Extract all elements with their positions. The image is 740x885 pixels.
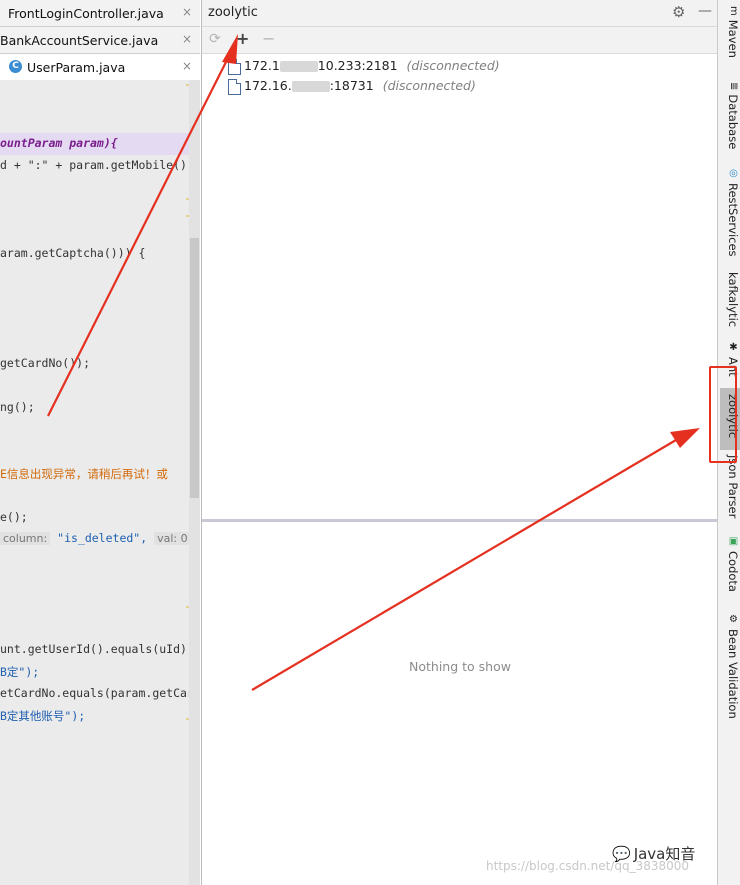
code-line: ountParam param){ [0, 136, 118, 150]
editor-scroll-thumb[interactable] [190, 238, 199, 498]
code-line: B定"); [0, 665, 40, 679]
connection-status: (disconnected) [406, 58, 500, 73]
detail-panel: Nothing to show [202, 522, 718, 885]
refresh-icon[interactable]: ⟳ [209, 31, 221, 47]
redacted-mask [291, 81, 330, 92]
tab-bank-account-service[interactable]: BankAccountService.java × [0, 27, 200, 54]
ant-icon: ✱ [728, 342, 739, 353]
highlight-box [709, 366, 737, 463]
strip-item-maven[interactable]: mMaven [720, 6, 740, 58]
strip-item-bean-validation[interactable]: ⚙Bean Validation [720, 614, 740, 719]
strip-item-json-parser[interactable]: Json Parser [720, 455, 740, 518]
code-line: E信息出现异常，请稍后再试！或 [0, 467, 168, 481]
code-line: e(); [0, 510, 28, 524]
remove-connection-button[interactable]: − [262, 29, 275, 48]
document-icon [228, 59, 241, 75]
database-icon: ≣ [728, 82, 739, 91]
brand-text: Java知音 [633, 845, 696, 863]
close-icon[interactable]: × [182, 59, 192, 73]
class-icon: C [9, 60, 22, 73]
param-hint: val: 0 [154, 532, 191, 545]
brand-watermark: 💬 Java知音 [612, 843, 695, 864]
code-line-hint: column: "is_deleted", val: 0 [0, 531, 191, 545]
connection-label: 172.1 10.233:2181 (disconnected) [244, 58, 500, 73]
connection-label: 172.16.:18731 (disconnected) [244, 78, 476, 93]
code-line: d + ":" + param.getMobile()); [0, 158, 200, 172]
minimize-icon[interactable]: — [698, 3, 712, 19]
code-editor[interactable]: FrontLoginController.java × BankAccountS… [0, 0, 200, 885]
empty-state-text: Nothing to show [409, 659, 511, 674]
add-connection-button[interactable]: + [236, 29, 249, 48]
tab-label: FrontLoginController.java [8, 6, 164, 21]
gear-icon[interactable]: ⚙ [672, 3, 685, 21]
code-string: "is_deleted", [57, 531, 148, 545]
codota-icon: ▣ [728, 536, 739, 547]
maven-icon: m [728, 6, 739, 16]
code-line: aram.getCaptcha())) { [0, 246, 146, 260]
restservices-icon: ◎ [728, 168, 739, 179]
zoolytic-tool-window: zoolytic ⚙ — ⟳ + − 172.1 10.233:2181 (dis… [201, 0, 718, 885]
close-icon[interactable]: × [182, 5, 192, 19]
code-line: ng(); [0, 400, 35, 414]
document-icon [228, 79, 241, 95]
code-area[interactable]: ountParam param){ d + ":" + param.getMob… [0, 80, 200, 885]
strip-item-restservices[interactable]: ◎RestServices [720, 168, 740, 257]
strip-item-database[interactable]: ≣Database [720, 82, 740, 149]
code-line: getCardNo()); [0, 356, 91, 370]
wechat-icon: 💬 [612, 845, 631, 863]
tab-user-param[interactable]: C UserParam.java × [0, 54, 200, 81]
tab-front-login-controller[interactable]: FrontLoginController.java × [0, 0, 200, 27]
code-line: etCardNo.equals(param.getCard [0, 686, 200, 700]
tab-label: UserParam.java [27, 60, 126, 75]
code-line: B定其他账号"); [0, 709, 86, 723]
strip-item-kafkalytic[interactable]: kafkalytic [720, 272, 740, 327]
tool-window-header: zoolytic ⚙ — [202, 0, 718, 27]
connection-tree[interactable]: 172.1 10.233:2181 (disconnected) 172.16.:… [202, 54, 718, 520]
tool-window-title: zoolytic [208, 5, 258, 20]
close-icon[interactable]: × [182, 32, 192, 46]
strip-item-codota[interactable]: ▣Codota [720, 536, 740, 592]
connection-status: (disconnected) [382, 78, 476, 93]
code-line: unt.getUserId().equals(uId)) [0, 642, 194, 656]
redacted-mask [279, 61, 318, 72]
bean-validation-icon: ⚙ [728, 614, 739, 625]
param-hint: column: [0, 532, 51, 545]
zoolytic-toolbar: ⟳ + − [202, 27, 718, 54]
tab-label: BankAccountService.java [0, 33, 159, 48]
